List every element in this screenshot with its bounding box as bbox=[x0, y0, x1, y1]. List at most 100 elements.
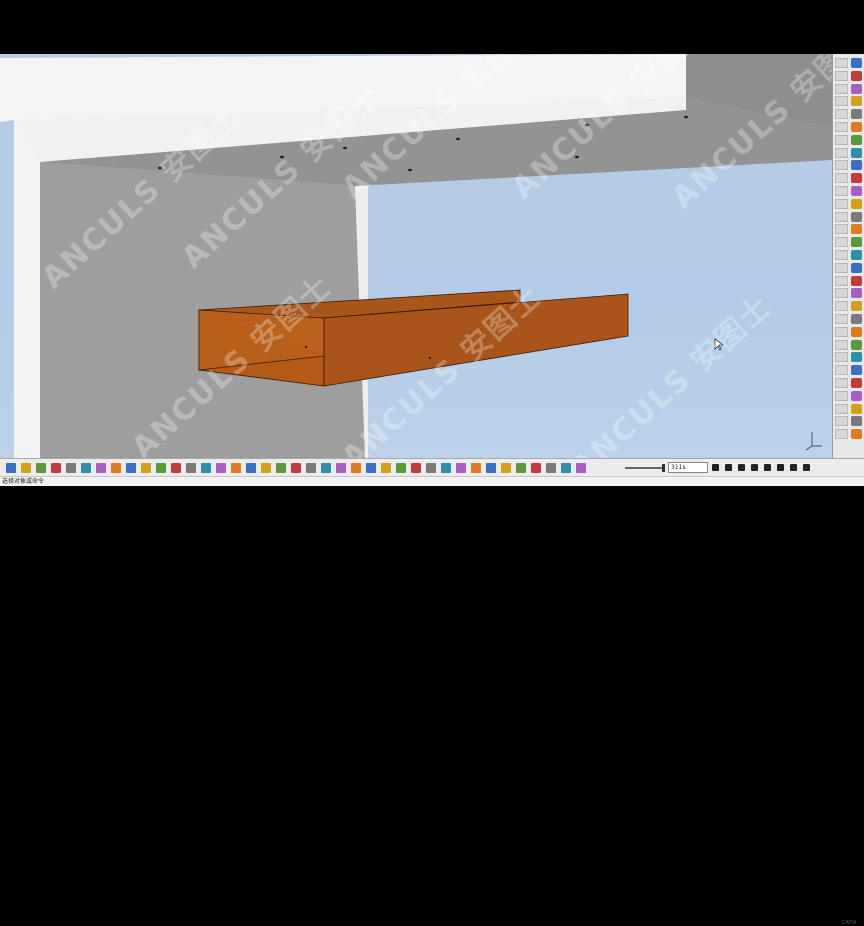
normal-view-icon[interactable] bbox=[336, 463, 346, 473]
toolbar-slot bbox=[835, 109, 848, 120]
scale-icon[interactable] bbox=[851, 262, 862, 273]
draft-icon[interactable] bbox=[851, 173, 862, 184]
sketch-icon[interactable] bbox=[201, 463, 211, 473]
speed-field[interactable]: 311s bbox=[668, 462, 708, 473]
wall-left-edge[interactable] bbox=[14, 120, 40, 458]
rotate-icon[interactable] bbox=[291, 463, 301, 473]
status-text: 选择对象或命令 bbox=[2, 478, 45, 485]
simulation-icon[interactable] bbox=[561, 463, 571, 473]
toolbar-slot bbox=[835, 147, 848, 158]
snap-icon[interactable] bbox=[546, 463, 556, 473]
3d-viewport[interactable]: ANCULS 安图士 ANCULS 安图士 ANCULS 安图士 ANCULS … bbox=[0, 54, 832, 458]
hole-icon[interactable] bbox=[851, 109, 862, 120]
zoom-in-icon[interactable] bbox=[306, 463, 316, 473]
toolbar-slot bbox=[835, 339, 848, 350]
toolbar-slot bbox=[835, 122, 848, 132]
groove-icon[interactable] bbox=[851, 134, 862, 145]
speed-slider[interactable] bbox=[625, 467, 665, 469]
render-icon[interactable] bbox=[486, 463, 496, 473]
shaft-icon[interactable] bbox=[851, 122, 862, 132]
select-icon[interactable] bbox=[851, 58, 862, 68]
render-icon[interactable] bbox=[851, 390, 862, 401]
material-icon[interactable] bbox=[851, 365, 862, 376]
grid-icon[interactable] bbox=[531, 463, 541, 473]
redo-icon[interactable] bbox=[126, 463, 136, 473]
fit-all-icon[interactable] bbox=[261, 463, 271, 473]
shading-icon[interactable] bbox=[366, 463, 376, 473]
capture-icon[interactable] bbox=[411, 463, 421, 473]
toolbar-slot bbox=[835, 186, 848, 196]
split-icon[interactable] bbox=[851, 224, 862, 235]
boolean-icon[interactable] bbox=[851, 275, 862, 286]
last-frame-icon[interactable] bbox=[790, 464, 797, 471]
toolbar-slot bbox=[835, 173, 848, 184]
whats-this-icon[interactable] bbox=[141, 463, 151, 473]
toolbar-slot bbox=[835, 211, 848, 222]
toolbar-slot bbox=[835, 288, 848, 299]
pocket-icon[interactable] bbox=[851, 96, 862, 107]
toolbar-slot bbox=[835, 262, 848, 273]
cut-icon[interactable] bbox=[66, 463, 76, 473]
compass-icon[interactable] bbox=[426, 463, 436, 473]
shell-icon[interactable] bbox=[851, 186, 862, 196]
first-frame-icon[interactable] bbox=[712, 464, 719, 471]
sketch-icon[interactable] bbox=[851, 70, 862, 81]
toolbar-slot bbox=[835, 275, 848, 286]
analysis-icon[interactable] bbox=[851, 378, 862, 388]
parameter-icon[interactable] bbox=[851, 416, 862, 427]
measure-icon[interactable] bbox=[231, 463, 241, 473]
plane-icon[interactable] bbox=[851, 288, 862, 299]
next-step-icon[interactable] bbox=[777, 464, 784, 471]
analyze-icon[interactable] bbox=[441, 463, 451, 473]
search-icon[interactable] bbox=[471, 463, 481, 473]
toolbar-slot bbox=[835, 58, 848, 68]
loop-icon[interactable] bbox=[803, 464, 810, 471]
copy-icon[interactable] bbox=[81, 463, 91, 473]
toolbar-slot bbox=[835, 365, 848, 376]
point-icon[interactable] bbox=[851, 301, 862, 312]
macro-icon[interactable] bbox=[171, 463, 181, 473]
constraint-icon[interactable] bbox=[851, 352, 862, 363]
undo-icon[interactable] bbox=[111, 463, 121, 473]
fillet-icon[interactable] bbox=[851, 147, 862, 158]
zoom-out-icon[interactable] bbox=[321, 463, 331, 473]
swap-icon[interactable] bbox=[396, 463, 406, 473]
pattern-icon[interactable] bbox=[851, 250, 862, 260]
update-icon[interactable] bbox=[851, 429, 862, 440]
color-icon[interactable] bbox=[501, 463, 511, 473]
fly-icon[interactable] bbox=[246, 463, 256, 473]
bottom-toolbar: 311s CATIA bbox=[0, 458, 864, 926]
paste-icon[interactable] bbox=[96, 463, 106, 473]
rewind-icon[interactable] bbox=[738, 464, 745, 471]
toolbar-slot bbox=[835, 416, 848, 427]
toolbar-slot bbox=[835, 403, 848, 414]
arrow-icon[interactable] bbox=[576, 463, 586, 473]
print-icon[interactable] bbox=[51, 463, 61, 473]
mirror-icon[interactable] bbox=[851, 237, 862, 248]
nav-back-icon[interactable] bbox=[456, 463, 466, 473]
analysis-icon[interactable] bbox=[216, 463, 226, 473]
iso-view-icon[interactable] bbox=[351, 463, 361, 473]
prev-step-icon[interactable] bbox=[725, 464, 732, 471]
thread-icon[interactable] bbox=[851, 211, 862, 222]
toolbar-slot bbox=[835, 160, 848, 171]
formula-icon[interactable] bbox=[156, 463, 166, 473]
tree-icon[interactable] bbox=[186, 463, 196, 473]
toolbar-slot bbox=[835, 314, 848, 324]
stop-icon[interactable] bbox=[751, 464, 758, 471]
open-icon[interactable] bbox=[21, 463, 31, 473]
new-icon[interactable] bbox=[6, 463, 16, 473]
axis-icon[interactable] bbox=[851, 326, 862, 337]
line-icon[interactable] bbox=[851, 314, 862, 324]
speed-slider-thumb[interactable] bbox=[662, 464, 665, 472]
material-icon[interactable] bbox=[516, 463, 526, 473]
save-icon[interactable] bbox=[36, 463, 46, 473]
hide-show-icon[interactable] bbox=[381, 463, 391, 473]
pad-icon[interactable] bbox=[851, 83, 862, 94]
catalog-icon[interactable] bbox=[851, 403, 862, 414]
play-icon[interactable] bbox=[764, 464, 771, 471]
pan-icon[interactable] bbox=[276, 463, 286, 473]
thickness-icon[interactable] bbox=[851, 198, 862, 209]
measure-icon[interactable] bbox=[851, 339, 862, 350]
chamfer-icon[interactable] bbox=[851, 160, 862, 171]
